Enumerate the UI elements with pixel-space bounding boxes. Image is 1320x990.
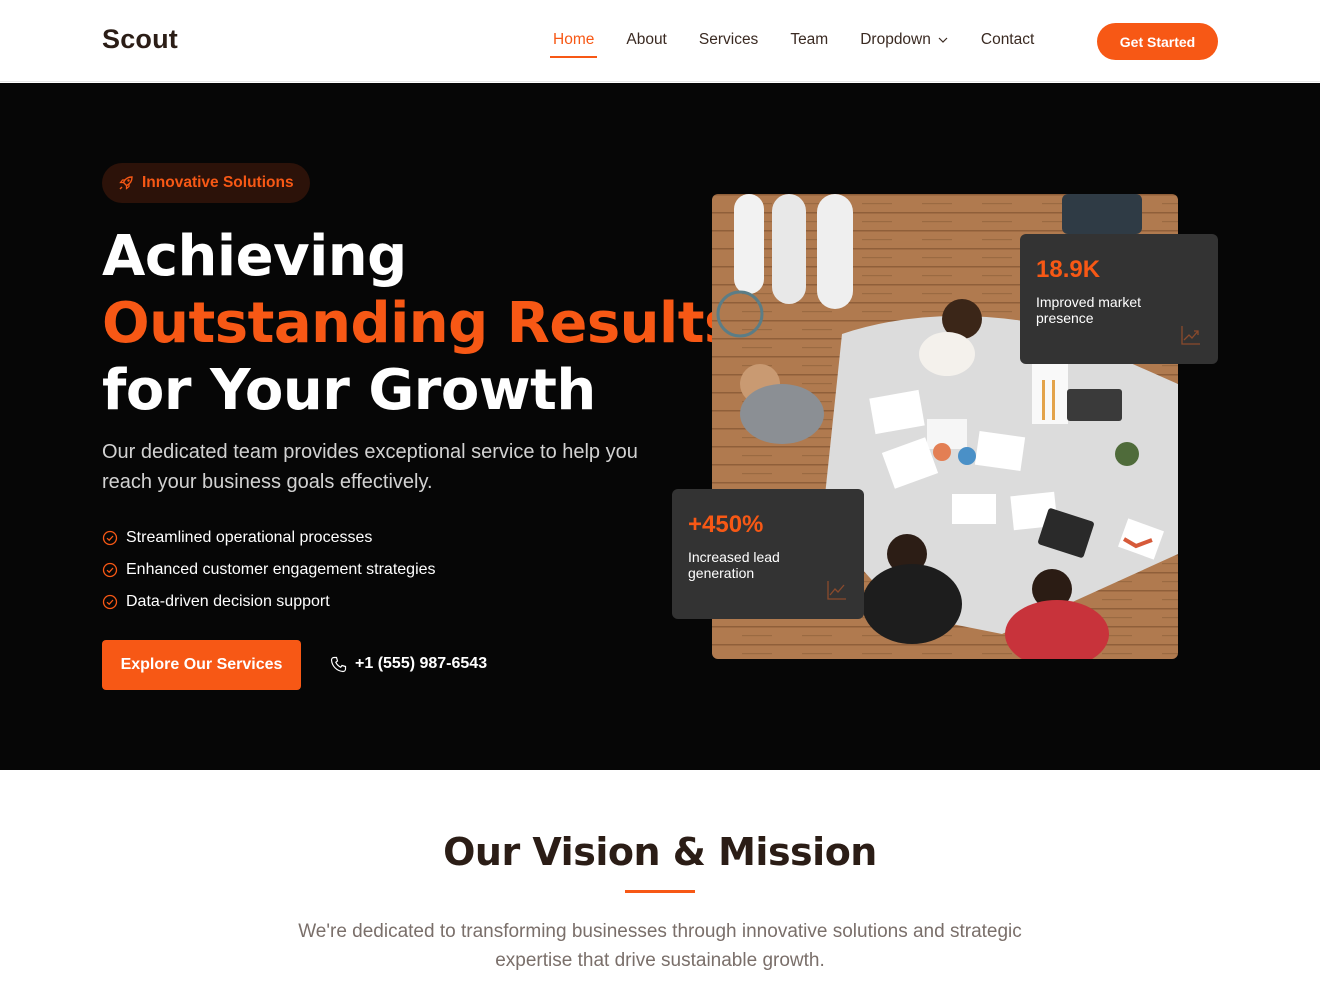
graph-up-arrow-icon: [1181, 326, 1200, 345]
nav-dropdown[interactable]: Dropdown: [860, 31, 949, 49]
get-started-button[interactable]: Get Started: [1097, 23, 1218, 60]
logo[interactable]: Scout: [102, 24, 178, 55]
phone-link[interactable]: +1 (555) 987-6543: [330, 655, 487, 673]
stat-label: Increased lead generation: [688, 549, 780, 581]
feature-list: Streamlined operational processes Enhanc…: [102, 522, 436, 618]
phone-number: +1 (555) 987-6543: [355, 655, 488, 672]
explore-services-button[interactable]: Explore Our Services: [102, 640, 301, 690]
check-circle-icon: [102, 562, 118, 578]
nav-contact[interactable]: Contact: [981, 31, 1034, 49]
rocket-icon: [119, 176, 133, 190]
hero-badge: Innovative Solutions: [102, 163, 310, 203]
hero-section: Innovative Solutions Achieving Outstandi…: [0, 83, 1320, 770]
check-circle-icon: [102, 530, 118, 546]
hero-description: Our dedicated team provides exceptional …: [102, 441, 638, 493]
feature-item: Data-driven decision support: [102, 586, 436, 618]
feature-label: Streamlined operational processes: [126, 529, 373, 546]
graph-up-icon: [827, 581, 846, 600]
feature-item: Enhanced customer engagement strategies: [102, 554, 436, 586]
stat-label: Improved market presence: [1036, 294, 1142, 326]
headline-line-3: for Your Growth: [102, 358, 596, 423]
feature-label: Data-driven decision support: [126, 593, 330, 610]
nav-home[interactable]: Home: [549, 31, 598, 58]
headline-accent: Outstanding Results: [102, 291, 737, 356]
title-underline: [625, 890, 695, 893]
stat-card-lead-generation: +450% Increased lead generation: [672, 489, 864, 619]
nav-dropdown-label: Dropdown: [860, 31, 931, 48]
feature-item: Streamlined operational processes: [102, 522, 436, 554]
feature-label: Enhanced customer engagement strategies: [126, 561, 436, 578]
chevron-down-icon: [938, 37, 948, 43]
nav-about[interactable]: About: [626, 31, 667, 49]
phone-icon: [330, 656, 347, 672]
hero-badge-label: Innovative Solutions: [142, 174, 294, 191]
headline-line-1: Achieving: [102, 224, 407, 289]
main-nav: Home About Services Team Dropdown Contac…: [549, 31, 1066, 58]
site-header: Scout Home About Services Team Dropdown …: [0, 0, 1320, 82]
hero-headline: Achieving Outstanding Results for Your G…: [102, 223, 737, 424]
section-description: We're dedicated to transforming business…: [298, 921, 1022, 971]
stat-value: +450%: [688, 511, 764, 538]
check-circle-icon: [102, 594, 118, 610]
stat-value: 18.9K: [1036, 256, 1101, 283]
nav-services[interactable]: Services: [699, 31, 758, 49]
section-title: Our Vision & Mission: [443, 830, 877, 874]
nav-team[interactable]: Team: [790, 31, 828, 49]
stat-card-market-presence: 18.9K Improved market presence: [1020, 234, 1218, 364]
